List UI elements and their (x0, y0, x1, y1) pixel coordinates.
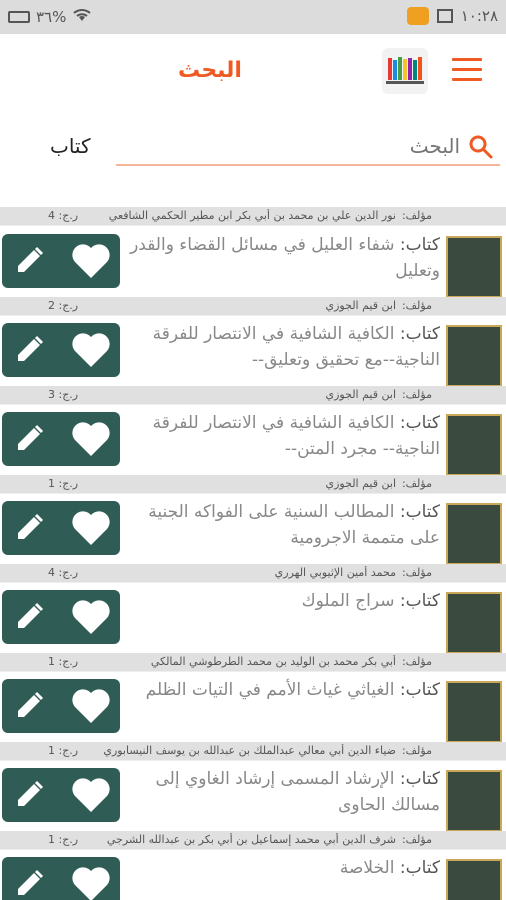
heart-icon[interactable] (70, 598, 112, 636)
count-value: ر.ج: 4 (48, 209, 79, 222)
edit-icon[interactable] (14, 424, 44, 454)
edit-icon[interactable] (14, 246, 44, 276)
search-type-label[interactable]: كتاب (50, 134, 90, 158)
list-item[interactable]: كتاب: الغياثي غياث الأمم في التيات الظلم… (0, 673, 506, 761)
author-label: مؤلف: (401, 833, 432, 846)
book-cover (446, 325, 502, 387)
author-name: ضياء الدين أبي معالي عبدالملك بن عبدالله… (103, 744, 396, 757)
search-input[interactable] (116, 128, 500, 164)
heart-icon[interactable] (70, 687, 112, 725)
book-title[interactable]: كتاب: الكافية الشافية في الانتصار للفرقة… (130, 410, 440, 462)
book-meta: مؤلف: ابن قيم الجوزي ر.ج: 3 (0, 386, 506, 404)
count-value: ر.ج: 3 (48, 388, 79, 401)
count-value: ر.ج: 2 (48, 299, 79, 312)
menu-icon[interactable] (452, 58, 482, 86)
edit-icon[interactable] (14, 691, 44, 721)
edit-icon[interactable] (14, 602, 44, 632)
book-title[interactable]: كتاب: سراج الملوك (130, 588, 440, 614)
app-bar: البحث (0, 34, 506, 114)
author-name: محمد أمين الإثيوبي الهرري (274, 566, 396, 579)
author-label: مؤلف: (401, 299, 432, 312)
item-actions (2, 590, 120, 644)
list-item[interactable]: كتاب: الكافية الشافية في الانتصار للفرقة… (0, 406, 506, 494)
book-meta: مؤلف: ضياء الدين أبي معالي عبدالملك بن ع… (0, 742, 506, 760)
heart-icon[interactable] (70, 420, 112, 458)
book-cover (446, 236, 502, 298)
list-item[interactable]: كتاب: شفاء العليل في مسائل القضاء والقدر… (0, 228, 506, 316)
author-name: أبي بكر محمد بن الوليد بن محمد الطرطوشي … (150, 655, 396, 668)
search-icon[interactable] (468, 134, 494, 160)
book-cover (446, 414, 502, 476)
item-actions (2, 323, 120, 377)
author-label: مؤلف: (401, 477, 432, 490)
notification-icon (406, 7, 429, 25)
edit-icon[interactable] (14, 513, 44, 543)
list-item[interactable]: كتاب: الخلاصة مؤلف: ر.ج: (0, 851, 506, 900)
author-label: مؤلف: (401, 744, 432, 757)
heart-icon[interactable] (70, 331, 112, 369)
book-title[interactable]: كتاب: الكافية الشافية في الانتصار للفرقة… (130, 321, 440, 373)
author-label: مؤلف: (401, 209, 432, 222)
book-meta: مؤلف: ابن قيم الجوزي ر.ج: 2 (0, 297, 506, 315)
edit-icon[interactable] (14, 335, 44, 365)
book-meta: مؤلف: نور الدين علي بن محمد بن أبي بكر ا… (0, 207, 506, 225)
heart-icon[interactable] (70, 865, 112, 900)
list-item[interactable]: كتاب: الكافية الشافية في الانتصار للفرقة… (0, 317, 506, 405)
book-cover (446, 503, 502, 565)
app-logo (382, 48, 428, 94)
heart-icon[interactable] (70, 242, 112, 280)
book-meta: مؤلف: شرف الدين أبي محمد إسماعيل بن أبي … (0, 831, 506, 849)
book-title[interactable]: كتاب: الإرشاد المسمى إرشاد الغاوي إلى مس… (130, 766, 440, 818)
author-name: ابن قيم الجوزي (325, 299, 397, 312)
book-meta: مؤلف: محمد أمين الإثيوبي الهرري ر.ج: 4 (0, 564, 506, 582)
heart-icon[interactable] (70, 509, 112, 547)
status-bar: ٣٦% ١٠:٢٨ (0, 0, 506, 34)
item-actions (2, 501, 120, 555)
count-value: ر.ج: 4 (48, 566, 79, 579)
wifi-icon (72, 7, 92, 27)
item-actions (2, 234, 120, 288)
book-cover (446, 681, 502, 743)
count-value: ر.ج: 1 (48, 744, 79, 757)
author-name: ابن قيم الجوزي (325, 388, 397, 401)
count-value: ر.ج: 1 (48, 655, 79, 668)
item-actions (2, 857, 120, 900)
search-bar: كتاب (0, 114, 506, 186)
book-title[interactable]: كتاب: الغياثي غياث الأمم في التيات الظلم (130, 677, 440, 703)
author-label: مؤلف: (401, 655, 432, 668)
book-cover (446, 859, 502, 900)
battery-icon (8, 11, 30, 23)
list-item[interactable]: كتاب: الإرشاد المسمى إرشاد الغاوي إلى مس… (0, 762, 506, 850)
page-title: البحث (178, 58, 242, 83)
image-icon (436, 9, 453, 23)
item-actions (2, 768, 120, 822)
book-list: مؤلف: نور الدين علي بن محمد بن أبي بكر ا… (0, 186, 506, 900)
book-meta: مؤلف: ابن قيم الجوزي ر.ج: 1 (0, 475, 506, 493)
heart-icon[interactable] (70, 776, 112, 814)
list-item[interactable]: كتاب: المطالب السنية على الفواكه الجنية … (0, 495, 506, 583)
author-name: شرف الدين أبي محمد إسماعيل بن أبي بكر بن… (106, 833, 396, 846)
book-cover (446, 770, 502, 832)
battery-percent: ٣٦% (36, 8, 67, 26)
count-value: ر.ج: 1 (48, 477, 79, 490)
clock: ١٠:٢٨ (460, 7, 498, 25)
author-name: ابن قيم الجوزي (325, 477, 397, 490)
book-title[interactable]: كتاب: المطالب السنية على الفواكه الجنية … (130, 499, 440, 551)
list-item[interactable]: مؤلف: نور الدين علي بن محمد بن أبي بكر ا… (0, 186, 506, 226)
search-field (116, 128, 500, 166)
book-title[interactable]: كتاب: الخلاصة (130, 855, 440, 881)
item-actions (2, 679, 120, 733)
book-cover (446, 592, 502, 654)
author-label: مؤلف: (401, 566, 432, 579)
author-name: نور الدين علي بن محمد بن أبي بكر ابن مطي… (108, 209, 396, 222)
book-title[interactable]: كتاب: شفاء العليل في مسائل القضاء والقدر… (130, 232, 440, 284)
edit-icon[interactable] (14, 869, 44, 899)
edit-icon[interactable] (14, 780, 44, 810)
author-label: مؤلف: (401, 388, 432, 401)
list-item[interactable]: كتاب: سراج الملوك مؤلف: أبي بكر محمد بن … (0, 584, 506, 672)
book-meta: مؤلف: أبي بكر محمد بن الوليد بن محمد الط… (0, 653, 506, 671)
count-value: ر.ج: 1 (48, 833, 79, 846)
item-actions (2, 412, 120, 466)
